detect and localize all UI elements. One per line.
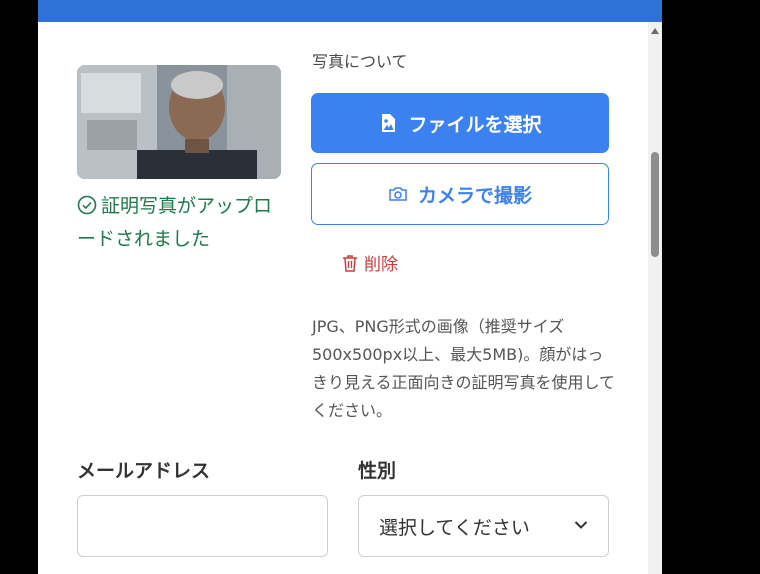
scroll-thumb[interactable] [651,152,659,257]
chevron-down-icon [574,521,588,529]
select-file-label: ファイルを選択 [408,113,542,136]
id-photo-preview [77,65,281,179]
photo-help-text: JPG、PNG形式の画像（推奨サイズ500x500px以上、最大5MB)。顔がは… [312,317,616,420]
camera-icon [389,187,407,201]
profile-form-panel: 証明写真がアップロードされました 写真について ファイルを選択 カメラで撮影 削… [38,0,662,574]
delete-label: 削除 [364,255,398,275]
gender-select[interactable]: 選択してください [358,495,609,557]
gender-label: 性別 [358,460,397,482]
photo-section-label: 写真について [312,52,408,71]
upload-success-message: 証明写真がアップロードされました [77,190,277,256]
trash-icon [343,254,357,272]
camera-capture-label: カメラで撮影 [417,184,532,207]
email-input[interactable] [77,495,328,557]
camera-capture-button[interactable]: カメラで撮影 [311,163,609,225]
scrollbar[interactable] [648,22,662,574]
check-circle-icon [77,195,97,215]
header-bar [38,0,662,22]
email-label: メールアドレス [77,460,211,482]
gender-selected-value: 選択してください [379,516,530,539]
scroll-up-icon[interactable] [651,28,659,34]
delete-photo-button[interactable]: 削除 [342,250,398,275]
upload-success-text: 証明写真がアップロードされました [77,195,273,250]
image-file-icon [382,114,396,132]
select-file-button[interactable]: ファイルを選択 [311,93,609,153]
